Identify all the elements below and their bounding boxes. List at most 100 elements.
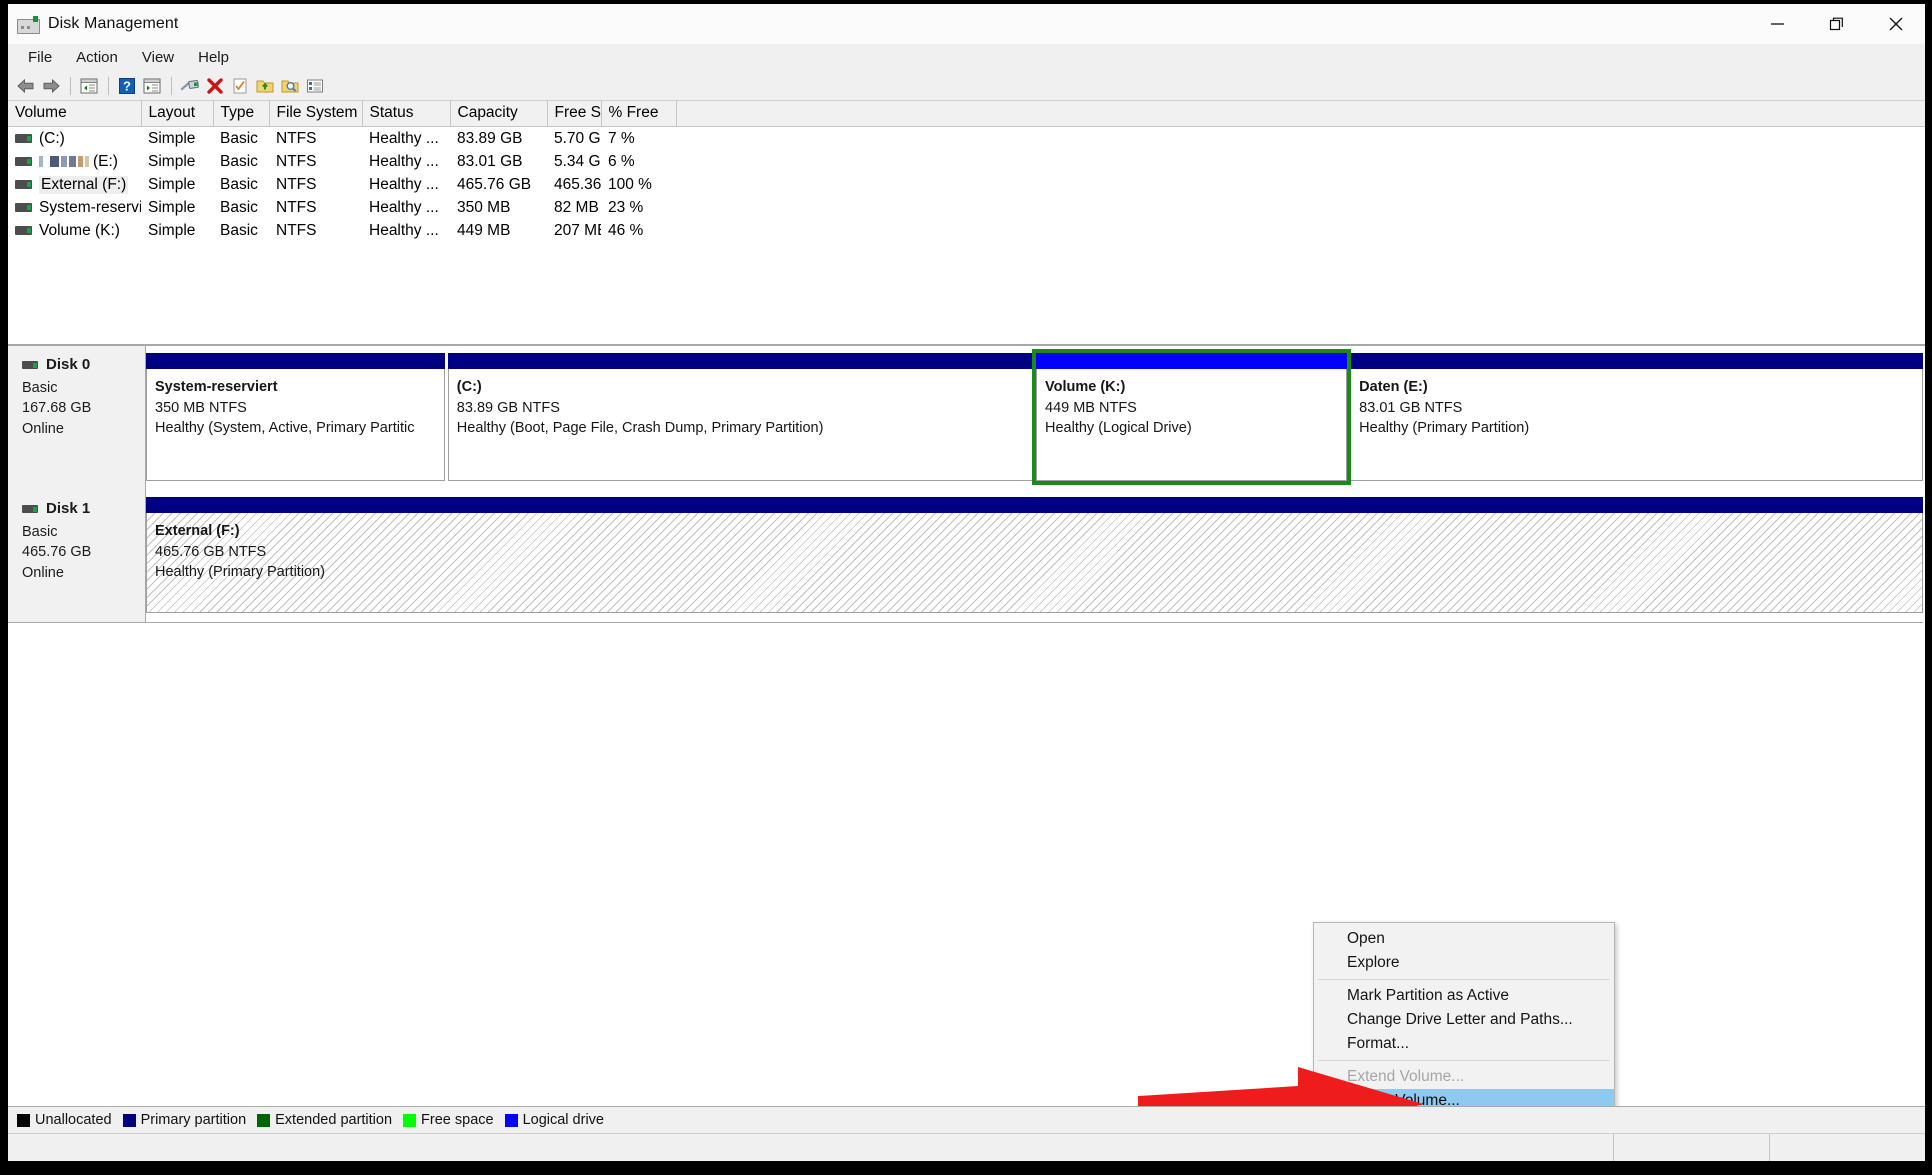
partition-details: System-reserviert350 MB NTFSHealthy (Sys… (146, 369, 445, 481)
type-cell: Basic (213, 173, 269, 196)
partition-details: Volume (K:)449 MB NTFSHealthy (Logical D… (1036, 369, 1347, 481)
capacity-cell: 83.01 GB (450, 150, 547, 173)
disk-row: Disk 0Basic167.68 GBOnlineSystem-reservi… (8, 346, 1923, 491)
volume-name-label: (C:) (39, 130, 65, 148)
screen: Disk Management File Action View (0, 0, 1932, 1175)
volume-name-label: External (F:) (39, 176, 128, 194)
partition-block[interactable]: Daten (E:)83.01 GB NTFSHealthy (Primary … (1350, 353, 1923, 481)
layout-cell: Simple (141, 127, 213, 151)
disk-name-label: Disk 1 (46, 499, 90, 520)
disk-header[interactable]: Disk 0Basic167.68 GBOnline (8, 346, 146, 490)
partition-name-label: Daten (E:) (1359, 377, 1922, 397)
minimize-icon[interactable] (1748, 4, 1807, 44)
volume-cell[interactable]: External (F:) (8, 173, 141, 196)
disk-header[interactable]: Disk 1Basic465.76 GBOnline (8, 490, 146, 622)
menu-action[interactable]: Action (64, 46, 130, 69)
table-row[interactable]: External (F:)SimpleBasicNTFSHealthy ...4… (8, 173, 1925, 196)
type-cell: Basic (213, 219, 269, 242)
partition-block[interactable]: External (F:)465.76 GB NTFSHealthy (Prim… (146, 497, 1923, 613)
legend-item: Free space (403, 1112, 494, 1128)
table-row[interactable]: (E:)SimpleBasicNTFSHealthy ...83.01 GB5.… (8, 150, 1925, 173)
context-menu[interactable]: OpenExplore Mark Partition as ActiveChang… (1313, 922, 1615, 1106)
partition-status-label: Healthy (Primary Partition) (155, 562, 1922, 582)
column-header-type[interactable]: Type (213, 101, 269, 127)
volume-cell[interactable]: System-reservi... (8, 196, 141, 219)
partition-block[interactable]: (C:)83.89 GB NTFSHealthy (Boot, Page Fil… (448, 353, 1033, 481)
capacity-cell: 465.76 GB (450, 173, 547, 196)
menu-help[interactable]: Help (186, 46, 241, 69)
layout-cell: Simple (141, 219, 213, 242)
show-hide-action-pane-icon[interactable] (140, 74, 164, 98)
menu-item[interactable]: Format... (1314, 1032, 1614, 1056)
delete-icon[interactable] (203, 74, 227, 98)
show-hide-console-tree-icon[interactable] (77, 74, 101, 98)
volume-cell[interactable]: Volume (K:) (8, 219, 141, 242)
column-header-percent-free[interactable]: % Free (601, 101, 676, 127)
partition-block[interactable]: System-reserviert350 MB NTFSHealthy (Sys… (146, 353, 445, 481)
toolbar-separator (171, 77, 172, 95)
volume-cell[interactable]: (C:) (8, 127, 141, 151)
disk-partitions: External (F:)465.76 GB NTFSHealthy (Prim… (146, 490, 1923, 622)
new-folder-icon[interactable] (253, 74, 277, 98)
partition-name-label: External (F:) (155, 521, 1922, 541)
toolbar-separator (70, 77, 71, 95)
legend-swatch (17, 1114, 30, 1127)
list-view-icon[interactable] (303, 74, 327, 98)
disk-icon (22, 505, 38, 513)
column-header-file-system[interactable]: File System (269, 101, 362, 127)
file-system-cell: NTFS (269, 150, 362, 173)
filler-cell (676, 219, 1925, 242)
menu-item[interactable]: Shrink Volume... (1314, 1089, 1614, 1106)
volume-list-pane[interactable]: Volume Layout Type File System Status Ca… (8, 101, 1925, 346)
partition-block[interactable]: Volume (K:)449 MB NTFSHealthy (Logical D… (1036, 353, 1347, 481)
rescan-disks-icon[interactable] (178, 74, 202, 98)
menu-item[interactable]: Change Drive Letter and Paths... (1314, 1008, 1614, 1032)
status-cell: Healthy ... (362, 196, 450, 219)
partition-name-label: System-reserviert (155, 377, 444, 397)
restore-icon[interactable] (1807, 4, 1866, 44)
table-row[interactable]: Volume (K:)SimpleBasicNTFSHealthy ...449… (8, 219, 1925, 242)
capacity-cell: 350 MB (450, 196, 547, 219)
file-system-cell: NTFS (269, 127, 362, 151)
legend-item: Extended partition (257, 1112, 392, 1128)
layout-cell: Simple (141, 196, 213, 219)
column-header-filler (676, 101, 1925, 127)
volume-name-label: System-reservi... (39, 199, 141, 217)
filler-cell (676, 150, 1925, 173)
legend-swatch (123, 1114, 136, 1127)
properties-icon[interactable] (228, 74, 252, 98)
menu-item[interactable]: Explore (1314, 951, 1614, 975)
volume-name-label: (E:) (93, 153, 118, 171)
volume-cell[interactable]: (E:) (8, 150, 141, 173)
menu-item[interactable]: Mark Partition as Active (1314, 984, 1614, 1008)
forward-icon[interactable] (39, 74, 63, 98)
graphical-view-pane[interactable]: Disk 0Basic167.68 GBOnlineSystem-reservi… (8, 346, 1925, 1106)
table-row[interactable]: System-reservi...SimpleBasicNTFSHealthy … (8, 196, 1925, 219)
partition-details: Daten (E:)83.01 GB NTFSHealthy (Primary … (1350, 369, 1923, 481)
status-cell: Healthy ... (362, 150, 450, 173)
toolbar: ? (8, 71, 1925, 101)
search-folder-icon[interactable] (278, 74, 302, 98)
partition-status-label: Healthy (Boot, Page File, Crash Dump, Pr… (457, 418, 1032, 438)
filler-cell (676, 196, 1925, 219)
back-icon[interactable] (14, 74, 38, 98)
column-header-volume[interactable]: Volume (8, 101, 141, 127)
column-header-free-space[interactable]: Free S... (547, 101, 601, 127)
column-header-status[interactable]: Status (362, 101, 450, 127)
capacity-cell: 83.89 GB (450, 127, 547, 151)
help-icon[interactable]: ? (115, 74, 139, 98)
menu-file[interactable]: File (16, 46, 64, 69)
menu-item[interactable]: Open (1314, 927, 1614, 951)
menu-view[interactable]: View (130, 46, 186, 69)
volume-name-label: Volume (K:) (39, 222, 120, 240)
legend-items-host: UnallocatedPrimary partitionExtended par… (17, 1112, 615, 1128)
layout-cell: Simple (141, 173, 213, 196)
partition-name-label: Volume (K:) (1045, 377, 1346, 397)
column-header-layout[interactable]: Layout (141, 101, 213, 127)
drive-icon (15, 203, 32, 212)
partition-details: External (F:)465.76 GB NTFSHealthy (Prim… (146, 513, 1923, 613)
column-header-capacity[interactable]: Capacity (450, 101, 547, 127)
table-row[interactable]: (C:)SimpleBasicNTFSHealthy ...83.89 GB5.… (8, 127, 1925, 151)
disk-row: Disk 1Basic465.76 GBOnlineExternal (F:)4… (8, 490, 1923, 623)
close-icon[interactable] (1866, 4, 1925, 44)
